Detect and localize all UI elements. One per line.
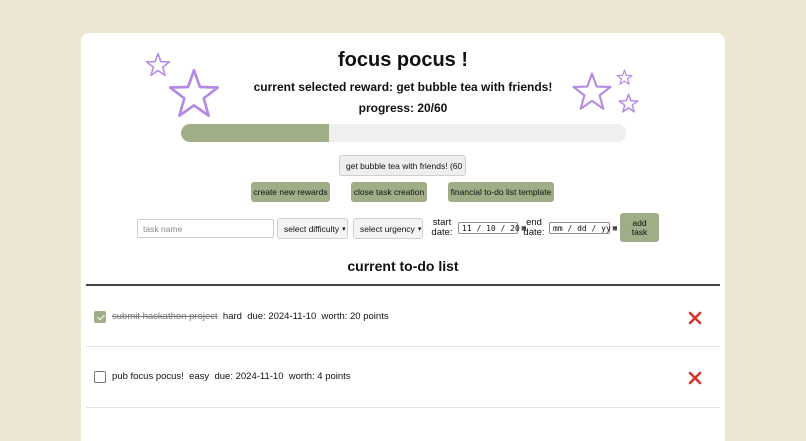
urgency-select[interactable]: select urgency ▾ xyxy=(353,218,423,239)
task-details: submit hackathon project hard due: 2024-… xyxy=(112,311,389,322)
end-date-input[interactable]: mm / dd / yy ▦ xyxy=(549,222,617,234)
start-date-value: 11 / 10 / 20 xyxy=(462,223,520,233)
progress-bar-fill xyxy=(181,124,330,142)
task-due: due: 2024-11-10 xyxy=(214,371,284,382)
task-worth: worth: 20 points xyxy=(321,311,389,322)
page-title: focus pocus ! xyxy=(337,49,468,71)
delete-icon[interactable] xyxy=(688,371,702,385)
task-checkbox[interactable] xyxy=(94,311,106,323)
end-date-value: mm / dd / yy xyxy=(553,223,611,233)
difficulty-select-value: select difficulty xyxy=(284,223,340,234)
todo-list-title: current to-do list xyxy=(347,258,459,274)
reward-select[interactable]: get bubble tea with friends! (60 ▾ xyxy=(339,155,466,176)
task-difficulty: easy xyxy=(189,371,210,382)
financial-template-button[interactable]: financial to-do list template xyxy=(448,182,554,202)
list-item: submit hackathon project hard due: 2024-… xyxy=(86,286,720,347)
end-date-label: end date: xyxy=(522,218,546,238)
task-due: due: 2024-11-10 xyxy=(247,311,317,322)
delete-icon[interactable] xyxy=(688,311,702,325)
chevron-down-icon: ▾ xyxy=(465,162,466,170)
reward-select-value: get bubble tea with friends! (60 xyxy=(346,160,463,171)
start-date-input[interactable]: 11 / 10 / 20 ▦ xyxy=(458,222,526,234)
progress-text: progress: 20/60 xyxy=(358,101,448,115)
task-checkbox[interactable] xyxy=(94,371,106,383)
difficulty-select[interactable]: select difficulty ▾ xyxy=(277,218,348,239)
start-date-label: start date: xyxy=(431,218,453,238)
list-item: pub focus pocus! easy due: 2024-11-10 wo… xyxy=(86,347,720,408)
end-date-label-line2: date: xyxy=(523,227,545,238)
task-difficulty: hard xyxy=(222,311,242,322)
close-task-creation-button[interactable]: close task creation xyxy=(351,182,427,202)
chevron-down-icon: ▾ xyxy=(342,225,346,233)
task-worth: worth: 4 points xyxy=(288,371,351,382)
start-date-label-line2: date: xyxy=(431,227,453,238)
create-rewards-button[interactable]: create new rewards xyxy=(251,182,330,202)
task-name-input[interactable]: task name xyxy=(137,219,274,238)
task-name: pub focus pocus! xyxy=(112,371,184,382)
calendar-icon[interactable]: ▦ xyxy=(613,224,617,232)
add-task-label-line2: task xyxy=(631,226,648,237)
task-details: pub focus pocus! easy due: 2024-11-10 wo… xyxy=(112,371,351,382)
urgency-select-value: select urgency xyxy=(360,223,415,234)
progress-bar xyxy=(181,124,626,142)
main-card: focus pocus ! current selected reward: g… xyxy=(81,33,725,441)
chevron-down-icon: ▾ xyxy=(417,225,422,233)
current-reward-text: current selected reward: get bubble tea … xyxy=(253,80,553,94)
task-name: submit hackathon project xyxy=(112,311,218,322)
add-task-button[interactable]: add task xyxy=(620,213,659,242)
